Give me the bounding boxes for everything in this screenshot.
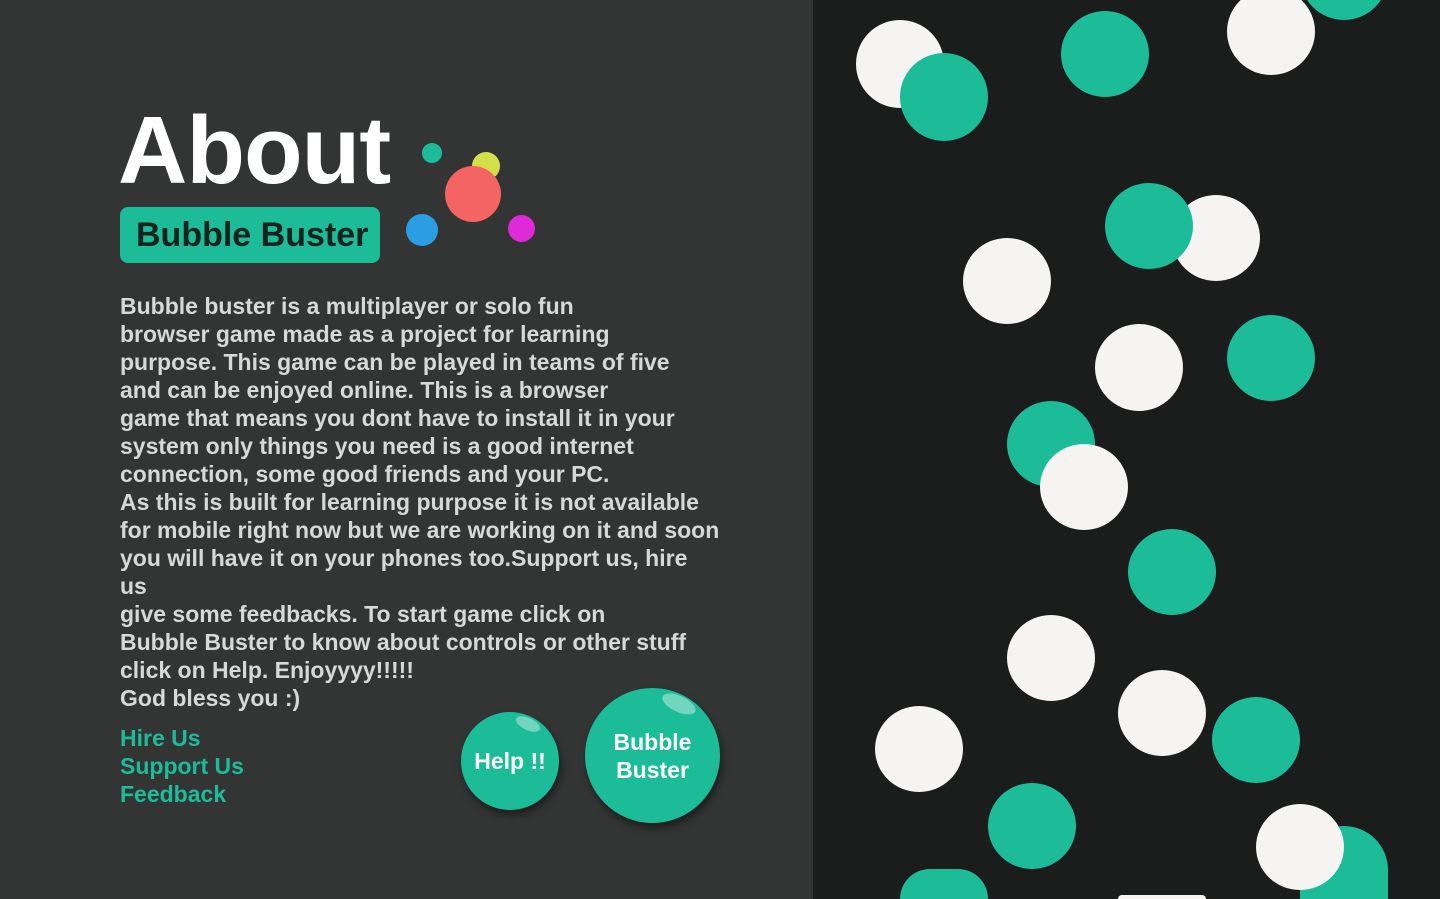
game-name-badge: Bubble Buster	[120, 207, 380, 263]
logo-dot-blue	[406, 214, 438, 246]
bubble-green	[900, 869, 988, 899]
logo-dot-red	[445, 166, 501, 222]
hire-us-link[interactable]: Hire Us	[120, 724, 244, 752]
bubble-white	[1227, 0, 1315, 75]
logo-dot-magenta	[508, 215, 535, 242]
about-panel: About Bubble Buster Bubble buster is a m…	[0, 0, 813, 899]
bubble-decoration-panel	[813, 0, 1440, 899]
bubble-white	[875, 706, 963, 792]
bubble-green	[1105, 183, 1193, 269]
bubble-white	[1040, 444, 1128, 530]
bubble-white	[1118, 670, 1206, 756]
bubble-white	[963, 238, 1051, 324]
help-button[interactable]: Help !!	[461, 712, 559, 810]
bubble-white	[1007, 615, 1095, 701]
bubble-green	[1061, 11, 1149, 97]
help-button-label: Help !!	[474, 747, 546, 774]
bubble-white	[1118, 895, 1206, 899]
bubble-green	[1128, 529, 1216, 615]
bubble-green	[1300, 0, 1388, 20]
bubble-green	[1212, 697, 1300, 783]
bubble-green	[988, 783, 1076, 869]
about-description: Bubble buster is a multiplayer or solo f…	[120, 293, 720, 711]
logo-dot-teal	[422, 143, 442, 163]
page-title: About	[118, 97, 391, 204]
bubble-green	[900, 53, 988, 141]
play-button-label: Bubble Buster	[613, 728, 692, 783]
bubble-white	[1256, 804, 1344, 890]
play-bubble-buster-button[interactable]: Bubble Buster	[585, 688, 720, 823]
bubble-green	[1227, 315, 1315, 401]
bubble-white	[1095, 324, 1183, 411]
feedback-link[interactable]: Feedback	[120, 780, 244, 808]
bubble-shine	[513, 713, 543, 735]
footer-links: Hire Us Support Us Feedback	[120, 724, 244, 808]
support-us-link[interactable]: Support Us	[120, 752, 244, 780]
